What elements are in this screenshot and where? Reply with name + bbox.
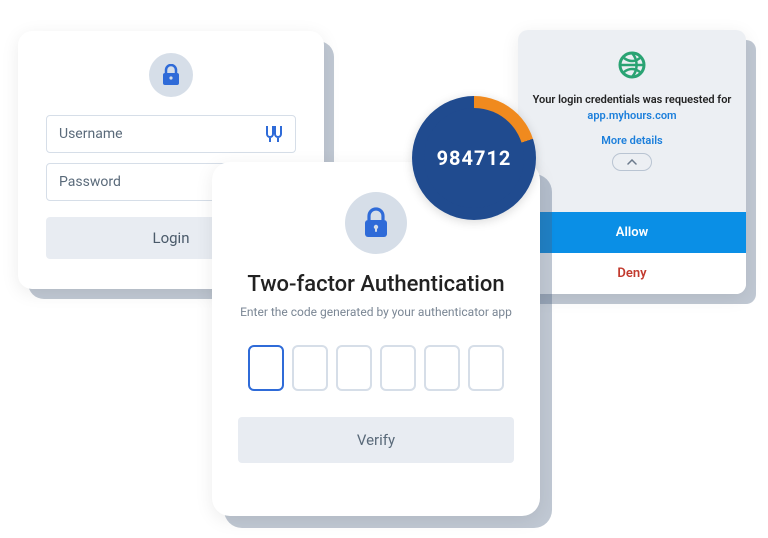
username-field[interactable]: Username: [46, 115, 296, 153]
login-button-label: Login: [153, 229, 190, 247]
password-placeholder: Password: [59, 174, 121, 190]
verify-button-label: Verify: [357, 431, 395, 449]
more-details-link[interactable]: More details: [601, 134, 662, 147]
lock-icon: [149, 53, 193, 97]
code-digit-1[interactable]: [248, 345, 284, 391]
globe-icon: [615, 48, 649, 82]
code-digit-4[interactable]: [380, 345, 416, 391]
allow-button-label: Allow: [616, 225, 648, 240]
approval-message-text: Your login credentials was requested for: [533, 93, 732, 106]
lock-icon: [345, 192, 407, 254]
allow-button[interactable]: Allow: [518, 212, 746, 253]
code-digit-6[interactable]: [468, 345, 504, 391]
approval-message: Your login credentials was requested for…: [532, 92, 732, 124]
username-placeholder: Username: [59, 126, 123, 142]
code-digit-5[interactable]: [424, 345, 460, 391]
twofactor-subtitle: Enter the code generated by your authent…: [240, 305, 512, 319]
input-decoration-icon: [265, 126, 283, 142]
code-digit-2[interactable]: [292, 345, 328, 391]
deny-button[interactable]: Deny: [518, 253, 746, 294]
deny-button-label: Deny: [617, 266, 646, 281]
token-code: 984712: [424, 108, 524, 208]
approval-header: Your login credentials was requested for…: [518, 30, 746, 212]
code-digit-3[interactable]: [336, 345, 372, 391]
code-input-group: [248, 345, 504, 391]
approval-domain-link[interactable]: app.myhours.com: [587, 109, 676, 122]
approval-card: Your login credentials was requested for…: [518, 30, 746, 294]
twofactor-title: Two-factor Authentication: [247, 272, 504, 297]
chevron-up-icon[interactable]: [612, 153, 652, 171]
token-progress-ring: 984712: [412, 96, 536, 220]
verify-button[interactable]: Verify: [238, 417, 514, 463]
